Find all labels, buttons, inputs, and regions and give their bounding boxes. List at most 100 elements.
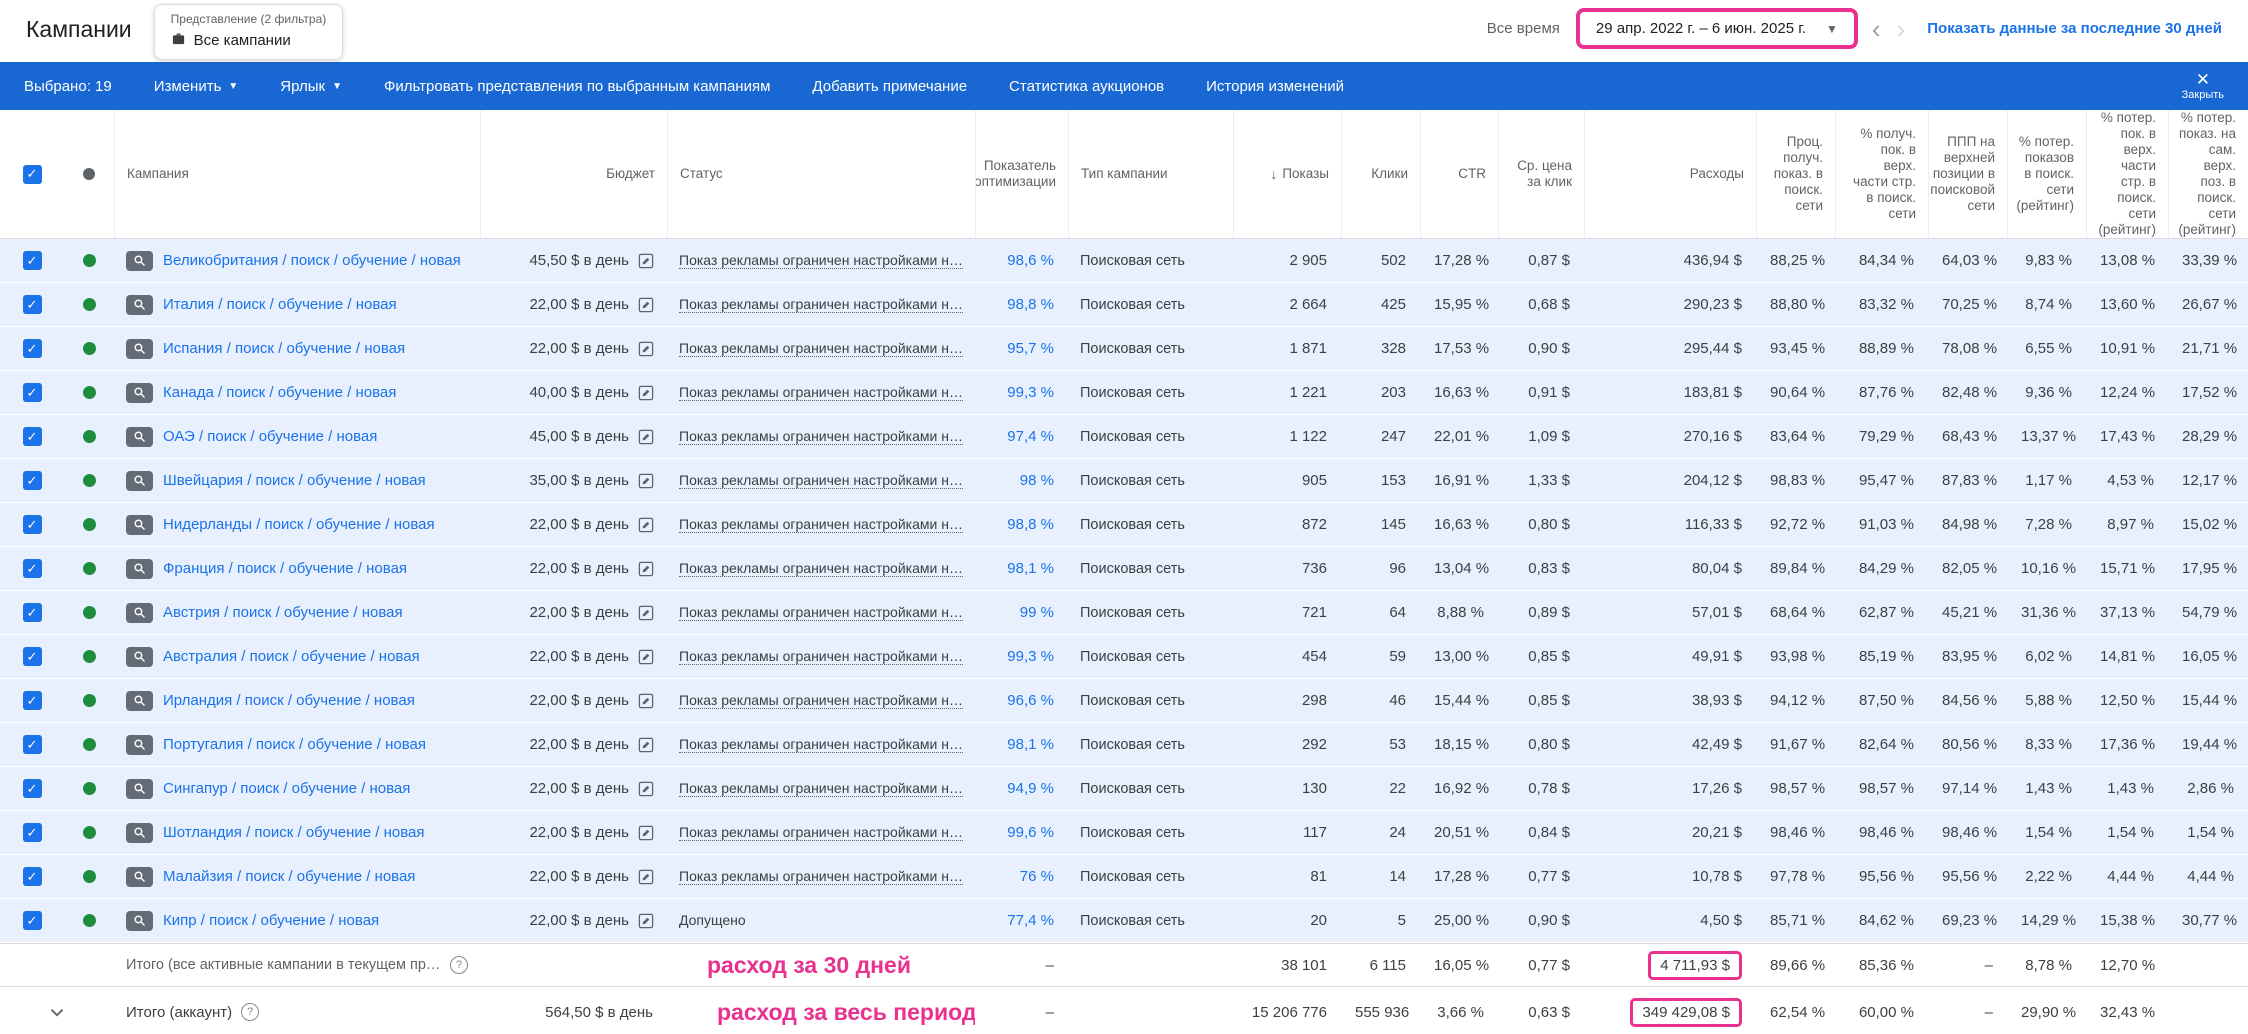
column-header-impressions[interactable]: ↓Показы xyxy=(1233,110,1341,238)
edit-budget-icon[interactable] xyxy=(637,780,655,798)
close-selection-button[interactable]: ✕ Закрыть xyxy=(2182,71,2224,102)
help-icon[interactable]: ? xyxy=(450,956,468,974)
row-checkbox[interactable]: ✓ xyxy=(23,251,42,270)
auction-insights-button[interactable]: Статистика аукционов xyxy=(1009,78,1164,95)
edit-budget-icon[interactable] xyxy=(637,912,655,930)
detail-zoom-icon[interactable] xyxy=(126,735,153,755)
campaign-link[interactable]: Кипр / поиск / обучение / новая xyxy=(163,911,379,930)
detail-zoom-icon[interactable] xyxy=(126,911,153,931)
campaign-link[interactable]: Испания / поиск / обучение / новая xyxy=(163,339,405,358)
filter-views-button[interactable]: Фильтровать представления по выбранным к… xyxy=(384,78,770,95)
expand-account-total-button[interactable] xyxy=(0,1001,114,1023)
column-header-clicks[interactable]: Клики xyxy=(1341,110,1420,238)
optimization-score-link[interactable]: 99,3 % xyxy=(1007,384,1054,401)
row-checkbox[interactable]: ✓ xyxy=(23,867,42,886)
campaign-link[interactable]: Шотландия / поиск / обучение / новая xyxy=(163,823,425,842)
date-range-picker[interactable]: 29 апр. 2022 г. – 6 июн. 2025 г. ▼ xyxy=(1576,8,1858,49)
detail-zoom-icon[interactable] xyxy=(126,691,153,711)
detail-zoom-icon[interactable] xyxy=(126,823,153,843)
change-history-button[interactable]: История изменений xyxy=(1206,78,1344,95)
edit-budget-icon[interactable] xyxy=(637,648,655,666)
optimization-score-link[interactable]: 96,6 % xyxy=(1007,692,1054,709)
edit-budget-icon[interactable] xyxy=(637,604,655,622)
next-period-button[interactable]: › xyxy=(1895,16,1908,42)
detail-zoom-icon[interactable] xyxy=(126,779,153,799)
help-icon[interactable]: ? xyxy=(241,1003,259,1021)
detail-zoom-icon[interactable] xyxy=(126,603,153,623)
column-header-lost_abs_top_rank[interactable]: % потер. показ. на сам. верх. поз. в пои… xyxy=(2168,110,2248,238)
optimization-score-link[interactable]: 76 % xyxy=(1020,868,1054,885)
optimization-score-link[interactable]: 97,4 % xyxy=(1007,428,1054,445)
edit-budget-icon[interactable] xyxy=(637,384,655,402)
optimization-score-link[interactable]: 99,6 % xyxy=(1007,824,1054,841)
edit-budget-icon[interactable] xyxy=(637,340,655,358)
optimization-score-link[interactable]: 99,3 % xyxy=(1007,648,1054,665)
campaign-link[interactable]: Великобритания / поиск / обучение / нова… xyxy=(163,251,461,270)
optimization-score-link[interactable]: 77,4 % xyxy=(1007,912,1054,929)
row-checkbox[interactable]: ✓ xyxy=(23,911,42,930)
detail-zoom-icon[interactable] xyxy=(126,295,153,315)
optimization-score-link[interactable]: 95,7 % xyxy=(1007,340,1054,357)
column-header-opt_score[interactable]: Показатель оптимизации xyxy=(975,110,1068,238)
edit-budget-icon[interactable] xyxy=(637,868,655,886)
optimization-score-link[interactable]: 98,1 % xyxy=(1007,736,1054,753)
edit-budget-icon[interactable] xyxy=(637,516,655,534)
column-header-cpc[interactable]: Ср. цена за клик xyxy=(1498,110,1584,238)
label-menu-button[interactable]: Ярлык ▼ xyxy=(280,78,342,95)
column-header-campaign[interactable]: Кампания xyxy=(114,110,480,238)
edit-budget-icon[interactable] xyxy=(637,472,655,490)
detail-zoom-icon[interactable] xyxy=(126,559,153,579)
column-header-lost_is_rank[interactable]: % потер. показов в поиск. сети (рейтинг) xyxy=(2007,110,2086,238)
campaign-link[interactable]: Франция / поиск / обучение / новая xyxy=(163,559,407,578)
column-header-type[interactable]: Тип кампании xyxy=(1068,110,1233,238)
edit-menu-button[interactable]: Изменить ▼ xyxy=(154,78,239,95)
optimization-score-link[interactable]: 94,9 % xyxy=(1007,780,1054,797)
optimization-score-link[interactable]: 99 % xyxy=(1020,604,1054,621)
column-header-impr_share[interactable]: Проц. получ. показ. в поиск. сети xyxy=(1756,110,1835,238)
column-header-budget[interactable]: Бюджет xyxy=(480,110,667,238)
row-checkbox[interactable]: ✓ xyxy=(23,427,42,446)
view-filter-popup[interactable]: Представление (2 фильтра) Все кампании xyxy=(154,4,344,60)
row-checkbox[interactable]: ✓ xyxy=(23,823,42,842)
row-checkbox[interactable]: ✓ xyxy=(23,339,42,358)
optimization-score-link[interactable]: 98,8 % xyxy=(1007,516,1054,533)
edit-budget-icon[interactable] xyxy=(637,824,655,842)
row-checkbox[interactable]: ✓ xyxy=(23,691,42,710)
row-checkbox[interactable]: ✓ xyxy=(23,471,42,490)
campaign-link[interactable]: Австрия / поиск / обучение / новая xyxy=(163,603,403,622)
column-header-top_impr_share[interactable]: % получ. пок. в верх. части стр. в поиск… xyxy=(1835,110,1928,238)
campaign-link[interactable]: Нидерланды / поиск / обучение / новая xyxy=(163,515,435,534)
optimization-score-link[interactable]: 98,6 % xyxy=(1007,252,1054,269)
campaign-link[interactable]: Швейцария / поиск / обучение / новая xyxy=(163,471,426,490)
campaign-link[interactable]: Италия / поиск / обучение / новая xyxy=(163,295,397,314)
row-checkbox[interactable]: ✓ xyxy=(23,647,42,666)
detail-zoom-icon[interactable] xyxy=(126,339,153,359)
campaign-link[interactable]: Ирландия / поиск / обучение / новая xyxy=(163,691,415,710)
detail-zoom-icon[interactable] xyxy=(126,471,153,491)
detail-zoom-icon[interactable] xyxy=(126,515,153,535)
row-checkbox[interactable]: ✓ xyxy=(23,295,42,314)
campaign-link[interactable]: Португалия / поиск / обучение / новая xyxy=(163,735,426,754)
edit-budget-icon[interactable] xyxy=(637,296,655,314)
detail-zoom-icon[interactable] xyxy=(126,867,153,887)
column-header-status[interactable]: Статус xyxy=(667,110,975,238)
edit-budget-icon[interactable] xyxy=(637,736,655,754)
detail-zoom-icon[interactable] xyxy=(126,427,153,447)
row-checkbox[interactable]: ✓ xyxy=(23,779,42,798)
campaign-link[interactable]: Сингапур / поиск / обучение / новая xyxy=(163,779,410,798)
edit-budget-icon[interactable] xyxy=(637,428,655,446)
detail-zoom-icon[interactable] xyxy=(126,383,153,403)
select-all-checkbox[interactable]: ✓ xyxy=(23,165,42,184)
campaign-link[interactable]: Малайзия / поиск / обучение / новая xyxy=(163,867,415,886)
column-header-abs_top_share[interactable]: ППП на верхней позиции в поисковой сети xyxy=(1928,110,2007,238)
detail-zoom-icon[interactable] xyxy=(126,647,153,667)
campaign-link[interactable]: Австралия / поиск / обучение / новая xyxy=(163,647,420,666)
column-header-lost_top_rank[interactable]: % потер. пок. в верх. части стр. в поиск… xyxy=(2086,110,2168,238)
optimization-score-link[interactable]: 98,1 % xyxy=(1007,560,1054,577)
column-header-cost[interactable]: Расходы xyxy=(1584,110,1756,238)
show-last-30-days-link[interactable]: Показать данные за последние 30 дней xyxy=(1927,20,2222,37)
detail-zoom-icon[interactable] xyxy=(126,251,153,271)
row-checkbox[interactable]: ✓ xyxy=(23,383,42,402)
campaign-link[interactable]: Канада / поиск / обучение / новая xyxy=(163,383,396,402)
campaign-link[interactable]: ОАЭ / поиск / обучение / новая xyxy=(163,427,377,446)
